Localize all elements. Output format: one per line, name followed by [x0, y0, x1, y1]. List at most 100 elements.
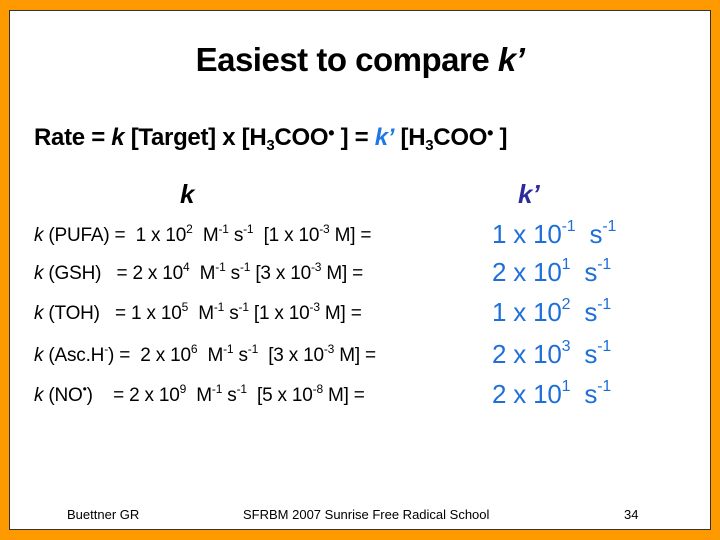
k-symbol: k — [34, 345, 44, 366]
concentration-end: M] = — [334, 345, 381, 366]
unit-s: s — [222, 385, 237, 406]
rate-expression: k (Asc.H-) = 2 x 106 M-1 s-1 [3 x 10-3 M… — [34, 342, 381, 367]
k-symbol: k — [34, 225, 44, 246]
footer-event: SFRBM 2007 Sunrise Free Radical School — [243, 507, 490, 522]
eq-coo2: COO — [433, 124, 488, 151]
species-end: ) = — [86, 385, 130, 406]
slide: Easiest to compare k’ Rate = k [Target] … — [9, 10, 711, 530]
eq-k-prime: k’ — [374, 124, 395, 151]
species: (GSH) = — [43, 263, 133, 284]
eq-close: ] = — [334, 124, 375, 151]
k-prime-unit: s — [570, 379, 598, 409]
k-prime-unit: s — [570, 297, 598, 327]
species: (Asc.H — [43, 345, 105, 366]
unit-m: M — [197, 345, 224, 366]
k-prime-exp: -1 — [561, 218, 576, 235]
k-prime-coef: 2 x 10 — [492, 257, 562, 287]
k-prime-unit-exp: -1 — [597, 256, 612, 273]
unit-s-exp: -1 — [238, 300, 249, 314]
k-prime-coef: 1 x 10 — [492, 219, 562, 249]
concentration-end: M] = — [322, 385, 370, 406]
unit-m: M — [192, 225, 219, 246]
concentration-exp: -3 — [310, 260, 322, 274]
eq-coo: COO — [274, 124, 329, 151]
unit-s-exp: -1 — [247, 342, 259, 356]
rate-constant: 1 x 10 — [130, 225, 187, 246]
concentration: [5 x 10 — [246, 385, 313, 406]
rate-expression: k (NO•) = 2 x 109 M-1 s-1 [5 x 10-8 M] = — [34, 382, 370, 407]
concentration: [1 x 10 — [248, 303, 310, 324]
unit-m-exp: -1 — [211, 382, 223, 396]
unit-m-exp: -1 — [223, 342, 234, 356]
concentration-exp: -3 — [323, 342, 335, 356]
k-prime-value: 2 x 101 s-1 — [492, 379, 611, 410]
title-k-prime: k’ — [497, 41, 525, 78]
unit-s: s — [228, 225, 244, 246]
eq-target: [Target] x [H — [124, 124, 267, 151]
rate-row: k (GSH) = 2 x 104 M-1 s-1 [3 x 10-3 M] =… — [34, 257, 611, 288]
unit-m-exp: -1 — [218, 222, 229, 236]
k-prime-coef: 2 x 10 — [492, 339, 562, 369]
concentration-exp: -3 — [319, 222, 330, 236]
footer-page-number: 34 — [624, 507, 639, 522]
unit-s-exp: -1 — [239, 260, 251, 274]
k-prime-unit-exp: -1 — [602, 218, 617, 235]
k-prime-value: 1 x 102 s-1 — [492, 297, 611, 328]
k-symbol: k — [34, 263, 44, 284]
eq-prefix: Rate = — [34, 124, 112, 151]
k-prime-unit: s — [570, 339, 598, 369]
eq-k: k — [111, 124, 125, 151]
concentration-exp: -3 — [309, 300, 320, 314]
rate-constant: 2 x 10 — [132, 263, 183, 284]
unit-m: M — [188, 303, 214, 324]
rate-row: k (TOH) = 1 x 105 M-1 s-1 [1 x 10-3 M] =… — [34, 297, 611, 328]
k-prime-coef: 2 x 10 — [492, 379, 562, 409]
species: (NO — [43, 385, 83, 406]
rate-row: k (PUFA) = 1 x 102 M-1 s-1 [1 x 10-3 M] … — [34, 219, 616, 250]
unit-m-exp: -1 — [215, 260, 226, 274]
k-prime-value: 2 x 101 s-1 — [492, 257, 611, 288]
title-text: Easiest to compare — [195, 41, 498, 78]
column-header-k-prime: k’ — [518, 179, 540, 209]
rate-expression: k (PUFA) = 1 x 102 M-1 s-1 [1 x 10-3 M] … — [34, 222, 377, 247]
rate-equation: Rate = k [Target] x [H3COO• ] = k’ [H3CO… — [34, 124, 507, 153]
unit-m-exp: -1 — [213, 300, 225, 314]
eq-target2: [H — [394, 124, 426, 151]
rate-constant: 2 x 10 — [135, 345, 191, 366]
rate-expression: k (TOH) = 1 x 105 M-1 s-1 [1 x 10-3 M] = — [34, 300, 367, 325]
concentration-exp: -8 — [312, 382, 323, 396]
k-symbol: k — [34, 303, 44, 324]
footer-author: Buettner GR — [67, 507, 140, 522]
rate-constant: 1 x 10 — [131, 303, 182, 324]
rate-constant: 2 x 10 — [129, 385, 180, 406]
unit-s-exp: -1 — [236, 382, 247, 396]
concentration-end: M] = — [329, 225, 377, 246]
unit-s: s — [233, 345, 248, 366]
concentration: [3 x 10 — [250, 263, 311, 284]
k-prime-unit-exp: -1 — [597, 296, 612, 313]
unit-s: s — [225, 263, 241, 284]
slide-title: Easiest to compare k’ — [10, 41, 710, 79]
unit-s-exp: -1 — [243, 222, 254, 236]
unit-m: M — [189, 263, 216, 284]
k-prime-value: 1 x 10-1 s-1 — [492, 219, 616, 250]
k-prime-value: 2 x 103 s-1 — [492, 339, 611, 370]
column-header-k: k — [180, 179, 195, 209]
rate-row: k (NO•) = 2 x 109 M-1 s-1 [5 x 10-8 M] =… — [34, 379, 611, 410]
k-prime-unit-exp: -1 — [597, 338, 612, 355]
k-prime-coef: 1 x 10 — [492, 297, 562, 327]
concentration-end: M] = — [321, 263, 369, 284]
k-prime-unit-exp: -1 — [597, 378, 612, 395]
species-end: ) = — [108, 345, 136, 366]
k-prime-unit: s — [570, 257, 598, 287]
species: (TOH) = — [43, 303, 132, 324]
concentration: [3 x 10 — [258, 345, 324, 366]
concentration-end: M] = — [319, 303, 367, 324]
species: (PUFA) = — [43, 225, 131, 246]
rate-expression: k (GSH) = 2 x 104 M-1 s-1 [3 x 10-3 M] = — [34, 260, 369, 285]
concentration: [1 x 10 — [253, 225, 320, 246]
k-symbol: k — [34, 385, 44, 406]
unit-m: M — [186, 385, 212, 406]
unit-s: s — [224, 303, 239, 324]
rate-row: k (Asc.H-) = 2 x 106 M-1 s-1 [3 x 10-3 M… — [34, 339, 611, 370]
